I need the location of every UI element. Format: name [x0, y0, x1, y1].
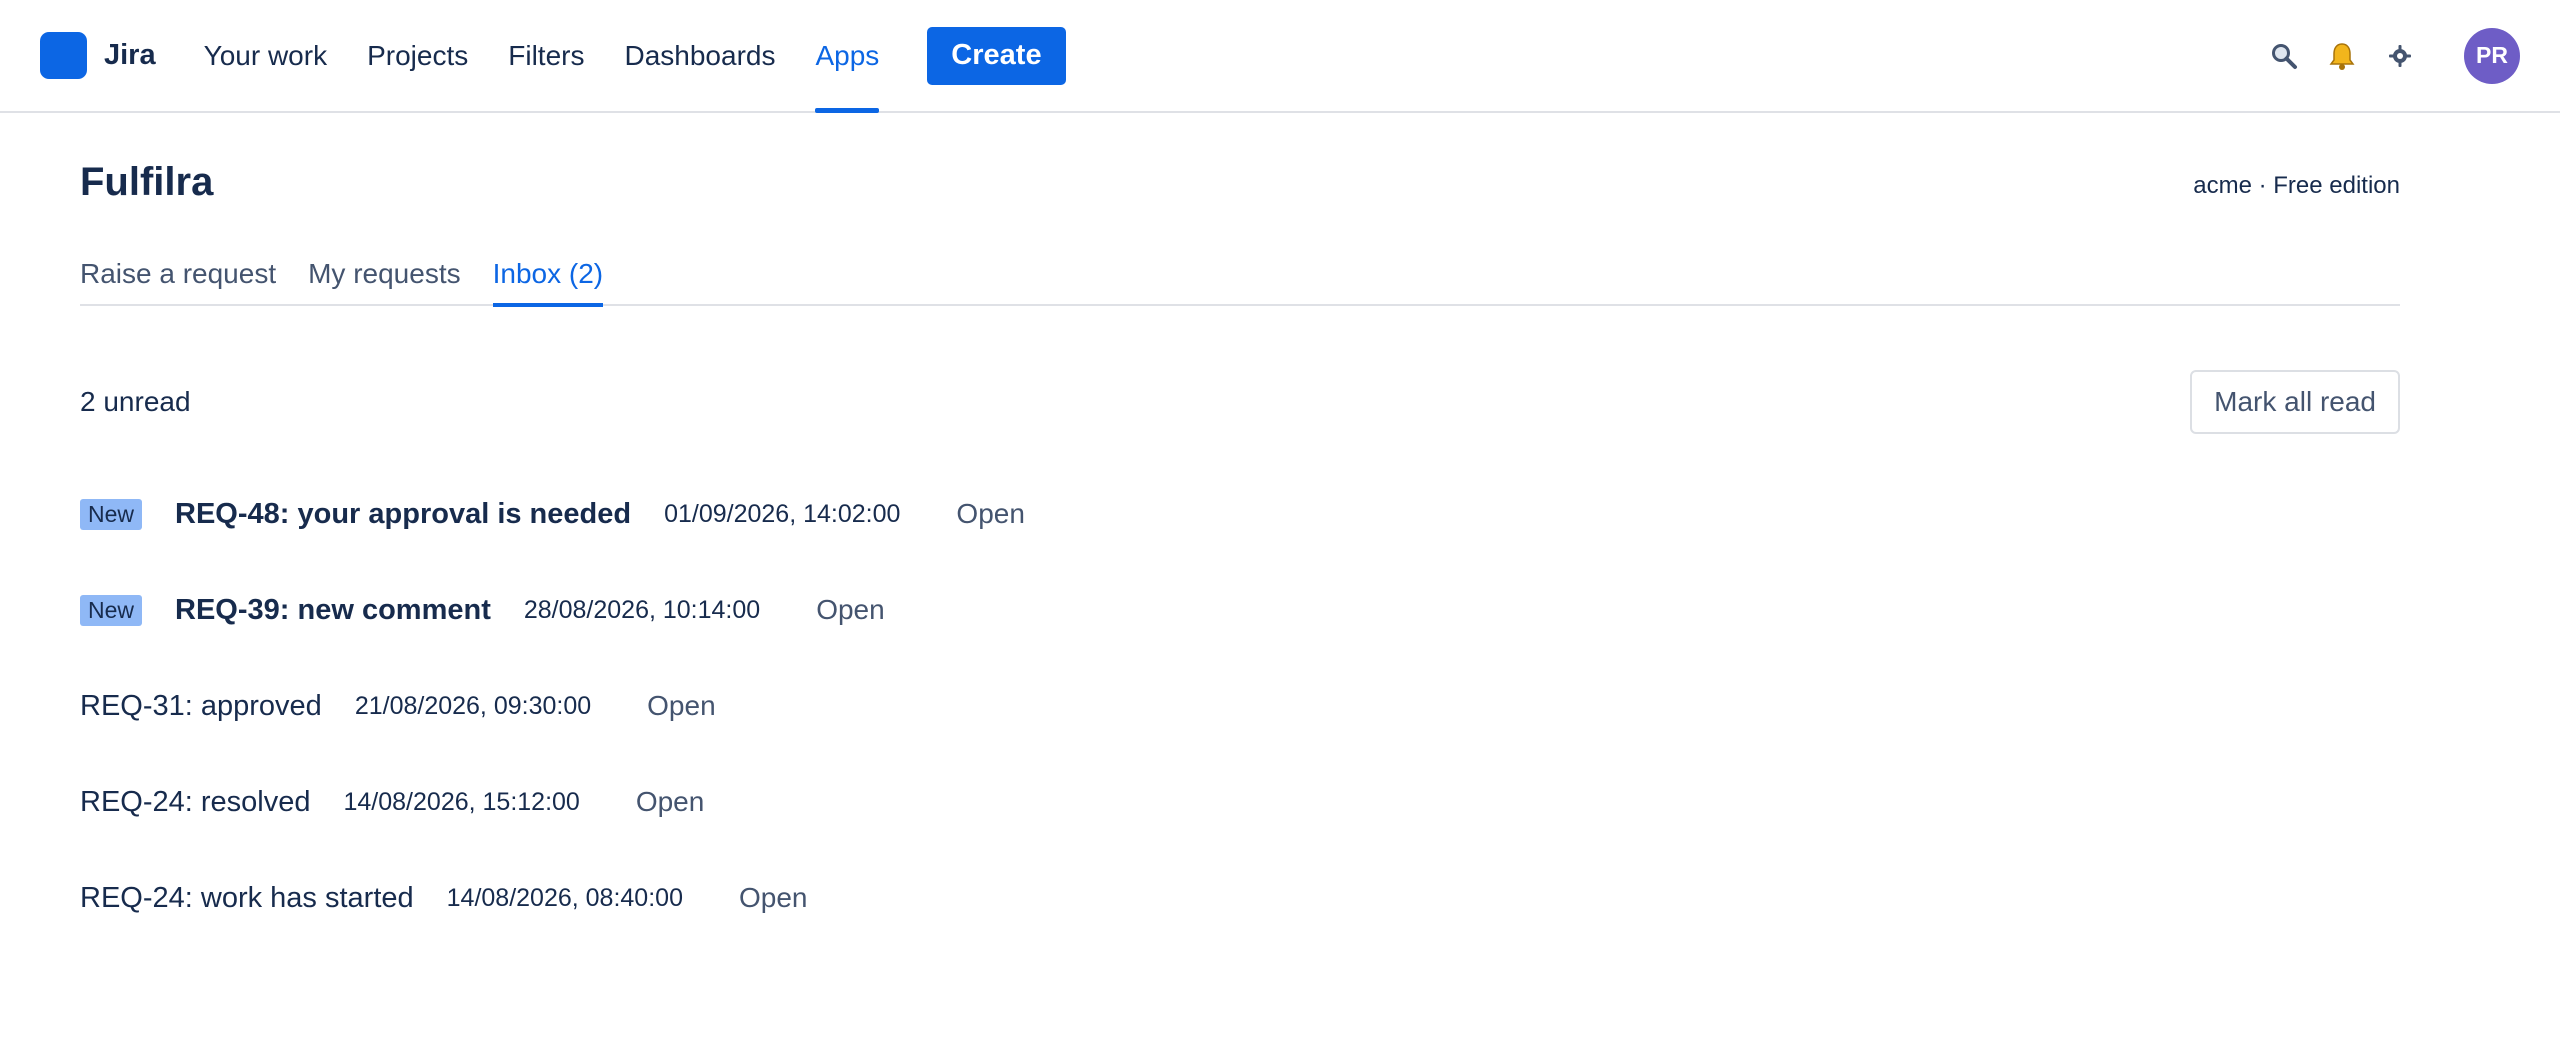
jira-logo[interactable]: Jira: [40, 0, 156, 111]
open-link[interactable]: Open: [816, 594, 885, 626]
gear-icon[interactable]: [2380, 36, 2420, 76]
new-badge: New: [80, 594, 143, 626]
open-link[interactable]: Open: [647, 690, 716, 722]
tab-raise-request[interactable]: Raise a request: [80, 250, 276, 304]
tab-my-requests[interactable]: My requests: [308, 250, 461, 304]
tab-bar: Raise a request My requests Inbox (2): [80, 250, 2400, 307]
edition-label: acme · Free edition: [2193, 172, 2400, 199]
top-navigation: Jira Your work Projects Filters Dashboar…: [0, 0, 2560, 113]
item-title: REQ-24: resolved: [80, 785, 311, 818]
avatar[interactable]: PR: [2464, 27, 2520, 84]
list-item: REQ-24: resolved 14/08/2026, 15:12:00 Op…: [80, 754, 2400, 850]
item-title: REQ-31: approved: [80, 689, 322, 722]
nav-apps[interactable]: Apps: [815, 0, 879, 113]
primary-nav: Your work Projects Filters Dashboards Ap…: [204, 0, 920, 113]
item-timestamp: 21/08/2026, 09:30:00: [354, 691, 592, 720]
mark-all-read-button[interactable]: Mark all read: [2190, 370, 2400, 434]
item-timestamp: 14/08/2026, 08:40:00: [446, 883, 683, 912]
jira-logo-icon: [40, 32, 87, 79]
item-timestamp: 01/09/2026, 14:02:00: [664, 499, 901, 528]
list-item: New REQ-48: your approval is needed 01/0…: [80, 466, 2400, 562]
list-item: REQ-24: work has started 14/08/2026, 08:…: [80, 850, 2400, 946]
open-link[interactable]: Open: [636, 786, 705, 818]
item-title: REQ-39: new comment: [175, 593, 491, 626]
new-badge: New: [80, 498, 143, 530]
item-timestamp: 14/08/2026, 15:12:00: [343, 787, 580, 816]
item-title: REQ-48: your approval is needed: [175, 497, 632, 530]
bell-icon[interactable]: [2322, 36, 2362, 76]
item-title: REQ-24: work has started: [80, 881, 414, 914]
nav-your-work[interactable]: Your work: [204, 0, 327, 111]
inbox-list: New REQ-48: your approval is needed 01/0…: [80, 466, 2400, 946]
nav-projects[interactable]: Projects: [367, 0, 468, 111]
search-icon[interactable]: [2264, 36, 2304, 76]
open-link[interactable]: Open: [739, 882, 808, 914]
nav-dashboards[interactable]: Dashboards: [624, 0, 775, 111]
create-button[interactable]: Create: [927, 26, 1066, 85]
tab-inbox[interactable]: Inbox (2): [492, 250, 603, 307]
page-title: Fulfilra: [80, 160, 214, 204]
logo-text: Jira: [104, 39, 156, 71]
list-item: New REQ-39: new comment 28/08/2026, 10:1…: [80, 562, 2400, 658]
nav-right-actions: PR: [2246, 27, 2520, 84]
unread-count: 2 unread: [80, 386, 191, 417]
nav-filters[interactable]: Filters: [508, 0, 584, 111]
item-timestamp: 28/08/2026, 10:14:00: [523, 595, 761, 624]
open-link[interactable]: Open: [956, 498, 1025, 530]
list-item: REQ-31: approved 21/08/2026, 09:30:00 Op…: [80, 658, 2400, 754]
